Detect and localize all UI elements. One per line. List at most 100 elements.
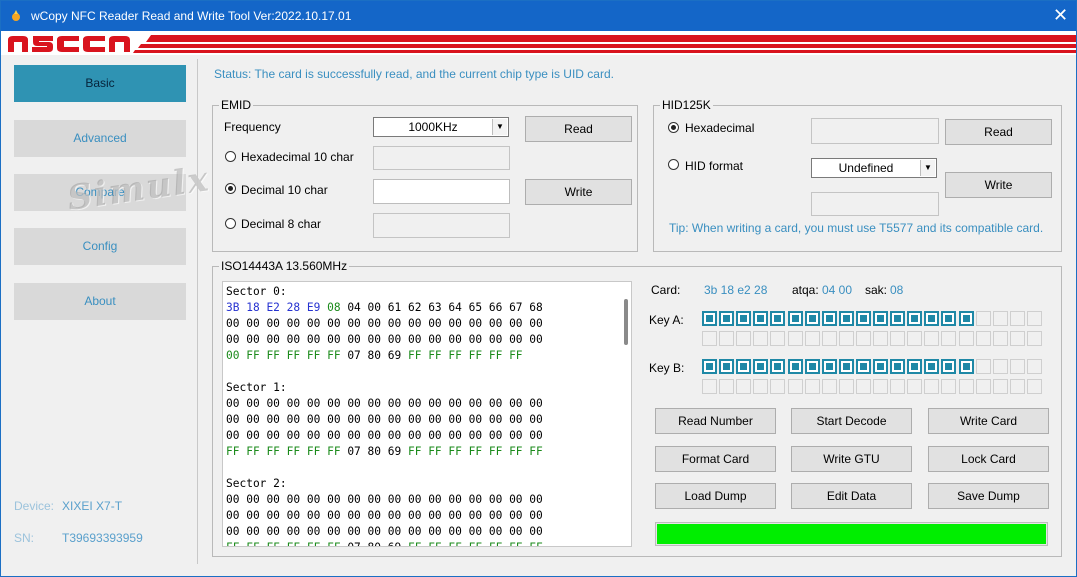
key-b-cell[interactable] bbox=[787, 359, 803, 374]
start-decode-button[interactable]: Start Decode bbox=[791, 408, 912, 434]
radio-hid-format[interactable] bbox=[668, 159, 679, 170]
key-a-cell[interactable] bbox=[770, 311, 786, 326]
key-b-cell[interactable] bbox=[855, 379, 871, 394]
key-b-cell[interactable] bbox=[1026, 359, 1042, 374]
key-a-cell[interactable] bbox=[753, 331, 769, 346]
key-b-cell[interactable] bbox=[804, 379, 820, 394]
emid-dec10-field[interactable] bbox=[373, 179, 510, 204]
key-b-cell[interactable] bbox=[1009, 379, 1025, 394]
key-b-cell[interactable] bbox=[992, 379, 1008, 394]
key-a-cell[interactable] bbox=[1009, 331, 1025, 346]
key-a-cell[interactable] bbox=[907, 311, 923, 326]
key-a-cell[interactable] bbox=[787, 311, 803, 326]
load-dump-button[interactable]: Load Dump bbox=[655, 483, 776, 509]
key-a-cell[interactable] bbox=[873, 331, 888, 346]
key-a-cell[interactable] bbox=[719, 311, 735, 326]
key-a-cell[interactable] bbox=[975, 311, 991, 326]
key-a-cell[interactable] bbox=[992, 331, 1008, 346]
sidebar-item-basic[interactable]: Basic bbox=[14, 65, 186, 102]
key-b-cell[interactable] bbox=[890, 379, 906, 394]
key-a-cell[interactable] bbox=[702, 331, 717, 346]
key-b-cell[interactable] bbox=[907, 379, 923, 394]
key-b-cell[interactable] bbox=[821, 359, 837, 374]
sector-scrollbar[interactable] bbox=[624, 299, 628, 345]
emid-hex-field[interactable] bbox=[373, 146, 510, 170]
key-b-cell[interactable] bbox=[702, 379, 717, 394]
write-gtu-button[interactable]: Write GTU bbox=[791, 446, 912, 472]
key-b-cell[interactable] bbox=[992, 359, 1008, 374]
key-a-cell[interactable] bbox=[975, 331, 991, 346]
key-b-cell[interactable] bbox=[804, 359, 820, 374]
radio-dec-10[interactable] bbox=[225, 183, 236, 194]
key-a-cell[interactable] bbox=[719, 331, 735, 346]
key-a-cell[interactable] bbox=[890, 331, 906, 346]
edit-data-button[interactable]: Edit Data bbox=[791, 483, 912, 509]
sector-data-view[interactable]: Sector 0: 3B 18 E2 28 E9 08 04 00 61 62 6… bbox=[222, 281, 632, 547]
sidebar-item-config[interactable]: Config bbox=[14, 228, 186, 265]
key-a-cell[interactable] bbox=[821, 331, 837, 346]
key-a-cell[interactable] bbox=[838, 331, 854, 346]
key-b-cell[interactable] bbox=[1026, 379, 1042, 394]
lock-card-button[interactable]: Lock Card bbox=[928, 446, 1049, 472]
key-b-cell[interactable] bbox=[907, 359, 923, 374]
key-a-cell[interactable] bbox=[941, 311, 957, 326]
sidebar-item-about[interactable]: About bbox=[14, 283, 186, 320]
radio-hex-10[interactable] bbox=[225, 151, 236, 162]
hid-hex-field[interactable] bbox=[811, 118, 939, 144]
key-a-cell[interactable] bbox=[924, 311, 940, 326]
radio-hid-hex[interactable] bbox=[668, 122, 679, 133]
key-b-cell[interactable] bbox=[873, 359, 888, 374]
key-b-cell[interactable] bbox=[941, 379, 957, 394]
key-b-cell[interactable] bbox=[753, 379, 769, 394]
key-b-cell[interactable] bbox=[719, 359, 735, 374]
write-card-button[interactable]: Write Card bbox=[928, 408, 1049, 434]
key-a-cell[interactable] bbox=[702, 311, 717, 326]
key-b-cell[interactable] bbox=[702, 359, 717, 374]
key-b-cell[interactable] bbox=[958, 379, 974, 394]
key-a-cell[interactable] bbox=[736, 331, 752, 346]
key-b-cell[interactable] bbox=[941, 359, 957, 374]
key-b-cell[interactable] bbox=[890, 359, 906, 374]
sidebar-item-advanced[interactable]: Advanced bbox=[14, 120, 186, 157]
key-a-cell[interactable] bbox=[907, 331, 923, 346]
key-a-cell[interactable] bbox=[873, 311, 888, 326]
emid-write-button[interactable]: Write bbox=[525, 179, 632, 205]
key-a-cell[interactable] bbox=[992, 311, 1008, 326]
key-b-cell[interactable] bbox=[736, 379, 752, 394]
emid-dec8-field[interactable] bbox=[373, 213, 510, 238]
key-b-cell[interactable] bbox=[838, 359, 854, 374]
frequency-select[interactable]: 1000KHz ▼ bbox=[373, 117, 509, 137]
key-a-cell[interactable] bbox=[1026, 331, 1042, 346]
key-b-cell[interactable] bbox=[975, 359, 991, 374]
key-b-cell[interactable] bbox=[924, 359, 940, 374]
key-b-cell[interactable] bbox=[787, 379, 803, 394]
key-a-cell[interactable] bbox=[787, 331, 803, 346]
key-b-cell[interactable] bbox=[753, 359, 769, 374]
key-a-cell[interactable] bbox=[890, 311, 906, 326]
key-a-cell[interactable] bbox=[804, 331, 820, 346]
key-a-cell[interactable] bbox=[753, 311, 769, 326]
emid-read-button[interactable]: Read bbox=[525, 116, 632, 142]
hid-format-field[interactable] bbox=[811, 192, 939, 216]
key-a-cell[interactable] bbox=[770, 331, 786, 346]
key-b-cell[interactable] bbox=[855, 359, 871, 374]
hid-write-button[interactable]: Write bbox=[945, 172, 1052, 198]
key-a-cell[interactable] bbox=[855, 311, 871, 326]
key-b-cell[interactable] bbox=[975, 379, 991, 394]
key-b-cell[interactable] bbox=[770, 359, 786, 374]
key-a-cell[interactable] bbox=[958, 331, 974, 346]
key-b-cell[interactable] bbox=[736, 359, 752, 374]
key-b-cell[interactable] bbox=[719, 379, 735, 394]
key-b-cell[interactable] bbox=[873, 379, 888, 394]
key-b-cell[interactable] bbox=[924, 379, 940, 394]
close-button[interactable]: ✕ bbox=[1045, 1, 1076, 31]
key-b-cell[interactable] bbox=[838, 379, 854, 394]
key-a-cell[interactable] bbox=[941, 331, 957, 346]
format-card-button[interactable]: Format Card bbox=[655, 446, 776, 472]
key-b-cell[interactable] bbox=[770, 379, 786, 394]
key-b-cell[interactable] bbox=[821, 379, 837, 394]
key-a-cell[interactable] bbox=[855, 331, 871, 346]
key-a-cell[interactable] bbox=[958, 311, 974, 326]
key-a-cell[interactable] bbox=[1026, 311, 1042, 326]
key-a-cell[interactable] bbox=[736, 311, 752, 326]
